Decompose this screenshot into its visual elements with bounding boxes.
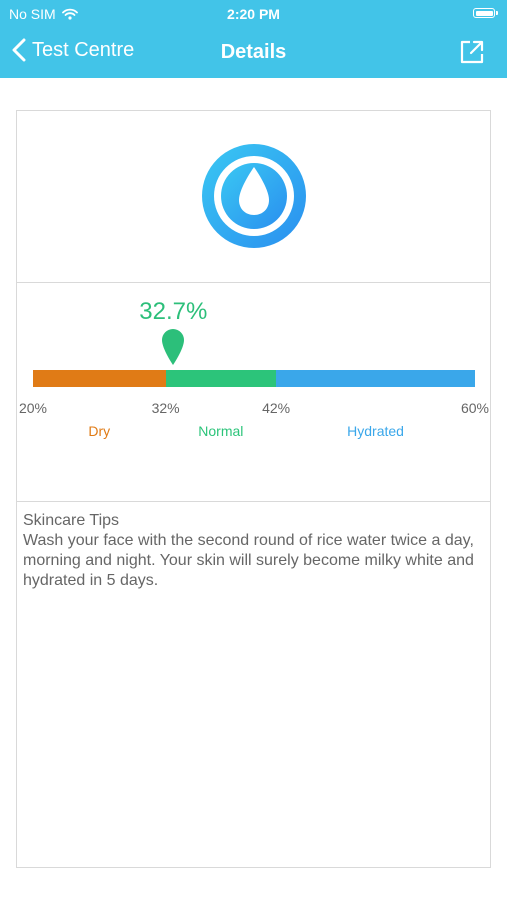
details-card: 32.7% Dry Normal Hydrated 20% 32% 42% 60% Skin… [16,110,491,868]
back-button[interactable]: Test Centre [12,38,134,62]
tick-label: 42% [262,400,291,416]
tick-label: 32% [151,400,180,416]
moisture-reading: 32.7% [139,298,208,325]
battery-icon [473,8,498,18]
icon-section [17,111,490,283]
tick-label: 20% [18,400,48,416]
status-bar: No SIM 2:20 PM [0,0,507,28]
zone-label-normal: Normal [198,423,244,439]
meter-segment-dry [33,370,166,387]
share-icon[interactable] [459,39,485,65]
water-drop-icon [202,144,306,248]
back-chevron-icon [12,38,26,62]
value-marker-icon [162,329,185,365]
meter-segment-hydrated [276,370,475,387]
tick-label: 60% [460,400,490,416]
moisture-meter: 32.7% Dry Normal Hydrated 20% 32% 42% 60% [17,282,490,502]
zone-label-dry: Dry [88,423,111,439]
skincare-tips: Skincare Tips Wash your face with the se… [23,511,483,591]
navigation-bar: Test Centre Details [0,28,507,78]
zone-label-hydrated: Hydrated [347,423,404,439]
tips-title: Skincare Tips [23,512,120,529]
clock: 2:20 PM [227,6,280,22]
tips-body: Wash your face with the second round of … [23,532,474,589]
back-button-label: Test Centre [32,38,135,61]
meter-segment-normal [165,370,277,387]
